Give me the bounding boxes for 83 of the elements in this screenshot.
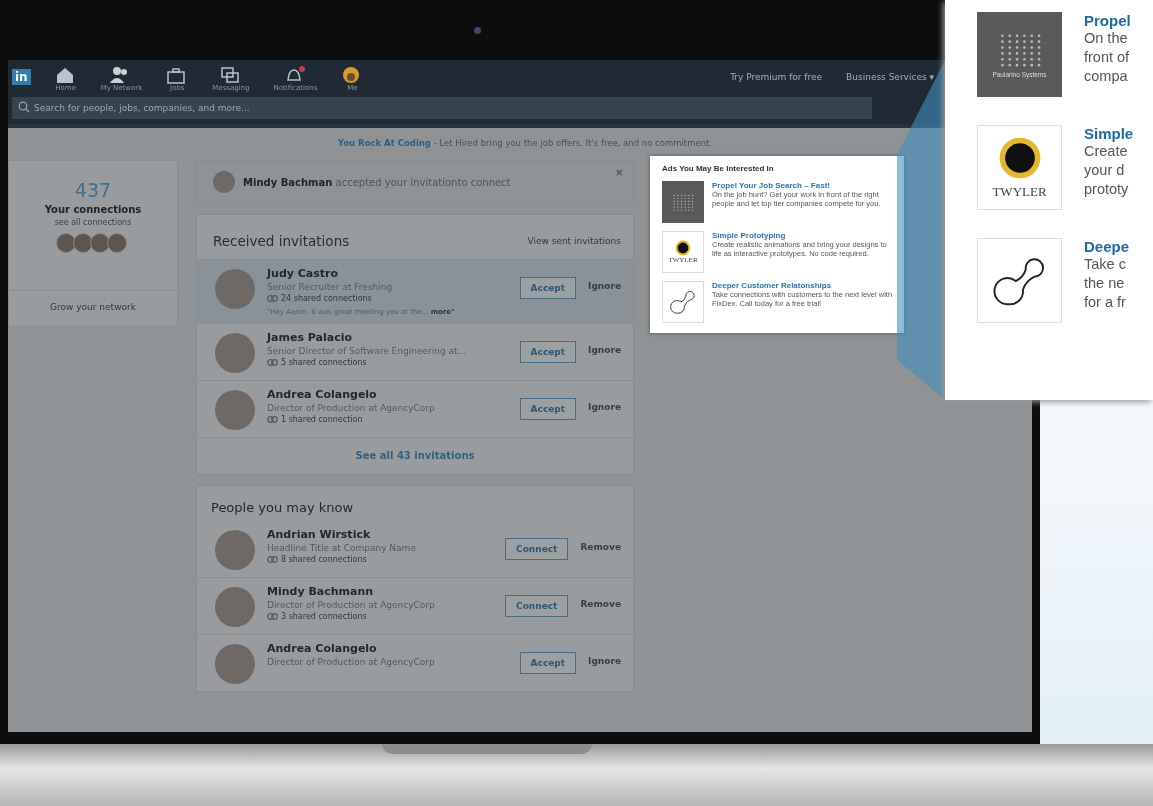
notification-text: Mindy Bachman accepted your invitationto connect bbox=[243, 176, 512, 188]
ring-icon bbox=[997, 135, 1042, 180]
ad-description-line: On the bbox=[1084, 29, 1129, 48]
ad-description-line: your d bbox=[1084, 160, 1126, 180]
avatar bbox=[56, 233, 76, 253]
camera-dot bbox=[474, 26, 481, 34]
avatar bbox=[215, 530, 255, 570]
person-name[interactable]: James Palacio bbox=[267, 331, 508, 344]
section-title: People you may know bbox=[210, 500, 355, 517]
ad-title-link[interactable]: Simple bbox=[1084, 125, 1134, 142]
connect-button[interactable]: Accept bbox=[519, 652, 577, 674]
blob-icon bbox=[669, 288, 697, 316]
ad-title-link[interactable]: Simple Prototyping bbox=[712, 231, 894, 240]
shared-connections-text: 24 shared connections bbox=[281, 294, 372, 303]
shared-connections-text: 3 shared connections bbox=[281, 612, 367, 621]
shared-connections-icon bbox=[267, 416, 278, 423]
connections-count: 437 bbox=[74, 179, 112, 201]
premium-link[interactable]: Try Premium for free bbox=[730, 72, 823, 82]
person-name[interactable]: Andrea Colangelo bbox=[267, 388, 508, 401]
person-headline: Director of Production at AgencyCorp bbox=[267, 657, 436, 667]
grow-network-link[interactable]: Grow your network bbox=[9, 291, 177, 326]
ad-description-line: Take c bbox=[1084, 255, 1127, 274]
person-name[interactable]: Andrea Colangelo bbox=[267, 642, 508, 655]
avatar bbox=[90, 233, 110, 253]
remove-button[interactable]: Remove bbox=[580, 599, 621, 609]
connect-button[interactable]: Connect bbox=[505, 538, 569, 560]
person-name[interactable]: Mindy Bachmann bbox=[267, 585, 494, 598]
section-title: Received invitations bbox=[213, 233, 350, 249]
ads-title: Ads You May Be Interested In bbox=[662, 164, 775, 173]
ignore-button[interactable]: Ignore bbox=[588, 402, 621, 412]
see-all-link[interactable]: see all connections bbox=[54, 218, 132, 227]
shared-connections-text: 1 shared connection bbox=[281, 415, 363, 424]
shared-connections-icon bbox=[267, 295, 278, 302]
avatar bbox=[215, 587, 255, 627]
business-services-menu[interactable]: Business Services ▾ bbox=[846, 72, 934, 82]
person-headline: Director of Production at AgencyCorp bbox=[267, 403, 436, 413]
view-sent-link[interactable]: View sent invitations bbox=[527, 236, 621, 246]
ad-description-line: the ne bbox=[1084, 273, 1126, 293]
shared-connections-icon bbox=[267, 359, 278, 366]
ad-title-link[interactable]: Deeper Customer Relatonships bbox=[712, 281, 894, 290]
accept-button[interactable]: Accept bbox=[519, 277, 577, 299]
person-headline: Director of Production at AgencyCorp bbox=[267, 600, 436, 610]
ad-description-line: for a fr bbox=[1084, 292, 1127, 312]
close-button[interactable]: × bbox=[615, 165, 623, 180]
shared-connections-text: 5 shared connections bbox=[281, 358, 367, 367]
invitation-row[interactable]: Andrea Colangelo Director of Production at AgencyCorp 1 shared connection Accept Ignore bbox=[197, 380, 633, 437]
avatar bbox=[215, 269, 255, 309]
avatar bbox=[213, 171, 235, 193]
avatar bbox=[215, 390, 255, 430]
shared-connections-icon bbox=[267, 556, 278, 563]
avatar bbox=[73, 233, 93, 253]
ignore-button[interactable]: Ignore bbox=[588, 345, 621, 355]
ad-description-line: compa bbox=[1084, 66, 1129, 86]
ignore-button[interactable]: Ignore bbox=[588, 281, 621, 291]
ad-title-link[interactable]: Deepe bbox=[1084, 238, 1130, 255]
ad-title-link[interactable]: Propel Your Job Search – Fast! bbox=[712, 181, 894, 190]
ring-icon bbox=[675, 240, 691, 256]
ad-description-line: Create bbox=[1084, 142, 1129, 161]
avatar bbox=[107, 233, 127, 253]
remove-button[interactable]: Ignore bbox=[588, 656, 621, 666]
ad-description-line: prototy bbox=[1084, 179, 1130, 199]
invitation-row[interactable]: James Palacio Senior Director of Software Engineering at... 5 shared connections Accept Ignore bbox=[197, 323, 633, 380]
accept-button[interactable]: Accept bbox=[519, 341, 577, 363]
connect-button[interactable]: Connect bbox=[505, 595, 569, 617]
ad-title-link[interactable]: Propel bbox=[1084, 12, 1131, 29]
connections-label: Your connections bbox=[44, 204, 142, 215]
shared-connections-text: 8 shared connections bbox=[281, 555, 367, 564]
search-icon bbox=[18, 101, 30, 113]
remove-button[interactable]: Remove bbox=[580, 542, 621, 552]
shared-connections-icon bbox=[267, 613, 278, 620]
dot-grid-icon bbox=[672, 193, 694, 211]
person-name[interactable]: Judy Castro bbox=[267, 267, 508, 280]
person-name[interactable]: Andrian Wirstick bbox=[267, 528, 494, 541]
avatar bbox=[215, 333, 255, 373]
promo-banner-text: You Rock At Coding - Let Hired bring you the job offers. It's free, and no commitment. bbox=[337, 138, 713, 148]
search-field[interactable]: Search for people, jobs, companies, and more... bbox=[12, 97, 872, 119]
logo-text: TWYLER bbox=[992, 183, 1047, 200]
accept-button[interactable]: Accept bbox=[519, 398, 577, 420]
ad-description-line: front of bbox=[1084, 47, 1131, 67]
person-headline: Headline Title at Company Name bbox=[267, 543, 417, 553]
avatar bbox=[215, 644, 255, 684]
person-headline: Senior Director of Software Engineering at... bbox=[267, 346, 468, 356]
logo[interactable]: in bbox=[12, 69, 31, 85]
